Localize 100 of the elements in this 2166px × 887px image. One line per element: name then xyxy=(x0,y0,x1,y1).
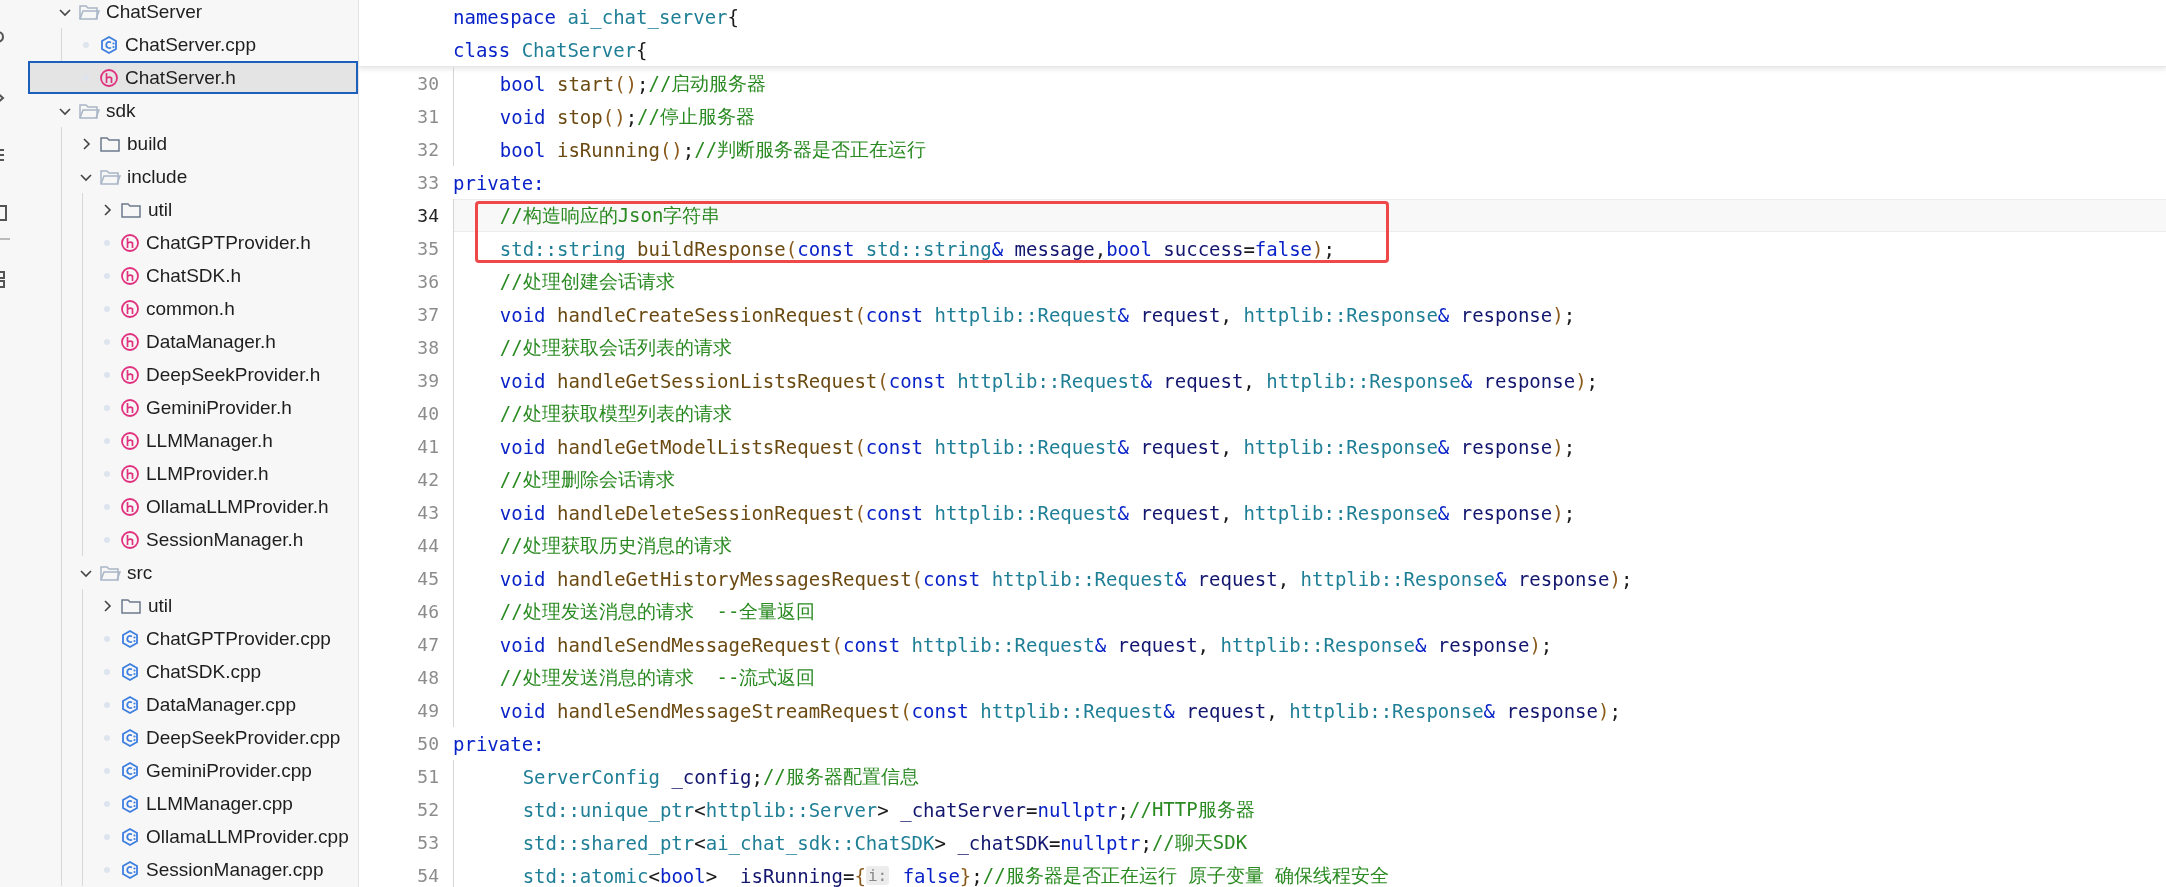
code-line: namespace ai_chat_server{ xyxy=(453,4,739,31)
tree-item[interactable]: util xyxy=(28,589,358,622)
line-number: 34 xyxy=(416,205,439,226)
cpp-file-icon xyxy=(120,661,140,682)
header-file-icon xyxy=(120,397,140,418)
tree-item[interactable]: ChatSDK.h xyxy=(28,259,358,292)
line-number: 44 xyxy=(416,535,439,556)
code-line: std::unique_ptr<httplib::Server> _chatServer=nullptr;//HTTP服务器 xyxy=(453,793,1255,826)
cpp-file-icon xyxy=(120,793,140,814)
code-line: std::atomic<bool> _isRunning={i: false};//服务器是否正在运行 原子变量 确保线程安全 xyxy=(453,859,1390,887)
tree-item[interactable]: ChatGPTProvider.cpp xyxy=(28,622,358,655)
line-number: 47 xyxy=(416,634,439,655)
code-line: bool isRunning();//判断服务器是否正在运行 xyxy=(453,133,927,166)
cpp-file-icon xyxy=(120,826,140,847)
code-line: bool start();//启动服务器 xyxy=(453,67,767,100)
cpp-file-icon xyxy=(120,694,140,715)
code-line: void handleDeleteSessionRequest(const httplib::Request& request, httplib::Response& response); xyxy=(453,496,1576,529)
line-number: 53 xyxy=(416,832,439,853)
tree-item[interactable]: SessionManager.h xyxy=(28,523,358,556)
header-file-icon xyxy=(120,496,140,517)
header-file-icon xyxy=(120,364,140,385)
tree-item[interactable]: DataManager.cpp xyxy=(28,688,358,721)
code-line: //处理发送消息的请求 --流式返回 xyxy=(453,661,816,694)
tree-item[interactable]: include xyxy=(28,160,358,193)
code-line: void handleSendMessageRequest(const httplib::Request& request, httplib::Response& response); xyxy=(453,628,1553,661)
tree-item[interactable]: SessionManager.cpp xyxy=(28,853,358,886)
line-number: 40 xyxy=(416,403,439,424)
window-icon[interactable] xyxy=(0,204,8,224)
line-number: 37 xyxy=(416,304,439,325)
tree-item[interactable]: util xyxy=(28,193,358,226)
code-line: //处理获取会话列表的请求 xyxy=(453,331,732,364)
tree-item[interactable]: DeepSeekProvider.h xyxy=(28,358,358,391)
line-number: 46 xyxy=(416,601,439,622)
cpp-file-icon xyxy=(120,628,140,649)
line-number: 54 xyxy=(416,865,439,886)
code-line: void stop();//停止服务器 xyxy=(453,100,755,133)
tree-item[interactable]: GeminiProvider.h xyxy=(28,391,358,424)
line-number: 38 xyxy=(416,337,439,358)
line-number: 39 xyxy=(416,370,439,391)
line-number: 36 xyxy=(416,271,439,292)
tree-item[interactable]: DeepSeekProvider.cpp xyxy=(28,721,358,754)
code-line: void handleCreateSessionRequest(const httplib::Request& request, httplib::Response& response); xyxy=(453,298,1576,331)
tree-item[interactable]: OllamaLLMProvider.cpp xyxy=(28,820,358,853)
header-file-icon xyxy=(99,67,119,88)
tree-item[interactable]: src xyxy=(28,556,358,589)
code-line: //处理获取历史消息的请求 xyxy=(453,529,732,562)
header-file-icon xyxy=(120,265,140,286)
line-number: 43 xyxy=(416,502,439,523)
line-number: 52 xyxy=(416,799,439,820)
tree-item[interactable]: LLMProvider.h xyxy=(28,457,358,490)
line-number: 49 xyxy=(416,700,439,721)
line-number: 42 xyxy=(416,469,439,490)
code-line: void handleGetModelListsRequest(const httplib::Request& request, httplib::Response& response); xyxy=(453,430,1576,463)
tree-item[interactable]: OllamaLLMProvider.h xyxy=(28,490,358,523)
header-file-icon xyxy=(120,529,140,550)
code-line: //处理获取模型列表的请求 xyxy=(453,397,732,430)
line-number: 41 xyxy=(416,436,439,457)
cpp-file-icon xyxy=(120,760,140,781)
grid-icon[interactable] xyxy=(0,270,8,290)
tree-item[interactable]: LLMManager.cpp xyxy=(28,787,358,820)
code-line: class ChatServer{ xyxy=(453,37,648,63)
code-line: void handleGetSessionListsRequest(const httplib::Request& request, httplib::Response& response); xyxy=(453,364,1599,397)
header-file-icon xyxy=(120,298,140,319)
cpp-file-icon xyxy=(120,859,140,880)
tree-item[interactable]: GeminiProvider.cpp xyxy=(28,754,358,787)
code-line: void handleGetHistoryMessagesRequest(const httplib::Request& request, httplib::Response& response); xyxy=(453,562,1633,595)
tree-item[interactable]: ChatGPTProvider.h xyxy=(28,226,358,259)
code-line: ServerConfig _config;//服务器配置信息 xyxy=(453,760,919,793)
line-number: 32 xyxy=(416,139,439,160)
tree-item[interactable]: DataManager.h xyxy=(28,325,358,358)
line-number: 50 xyxy=(416,733,439,754)
header-file-icon xyxy=(120,463,140,484)
tree-item[interactable]: common.h xyxy=(28,292,358,325)
code-line: std::string buildResponse(const std::string& message,bool success=false); xyxy=(453,232,1335,265)
code-line: //处理删除会话请求 xyxy=(453,463,675,496)
tree-item[interactable]: ChatSDK.cpp xyxy=(28,655,358,688)
line-number: 31 xyxy=(416,106,439,127)
header-file-icon xyxy=(120,331,140,352)
code-line: //处理发送消息的请求 --全量返回 xyxy=(453,595,816,628)
tree-item[interactable]: ChatServer.cpp xyxy=(28,28,358,61)
tree-item[interactable]: LLMManager.h xyxy=(28,424,358,457)
code-line: private: xyxy=(453,731,545,757)
tree-item[interactable]: ChatServer.h xyxy=(28,61,358,94)
tree-item[interactable]: build xyxy=(28,127,358,160)
line-number: 51 xyxy=(416,766,439,787)
header-file-icon xyxy=(120,232,140,253)
tree-item[interactable]: ChatServer xyxy=(28,0,358,28)
code-line: std::shared_ptr<ai_chat_sdk::ChatSDK> _chatSDK=nullptr;//聊天SDK xyxy=(453,826,1248,859)
line-number: 33 xyxy=(416,172,439,193)
line-number: 30 xyxy=(416,73,439,94)
code-line: //处理创建会话请求 xyxy=(453,265,675,298)
line-number: 48 xyxy=(416,667,439,688)
cpp-file-icon xyxy=(120,727,140,748)
line-number: 35 xyxy=(416,238,439,259)
code-line: private: xyxy=(453,170,545,196)
cpp-file-icon xyxy=(99,34,119,55)
tree-item[interactable]: sdk xyxy=(28,94,358,127)
code-line: void handleSendMessageStreamRequest(const httplib::Request& request, httplib::Response& response); xyxy=(453,694,1621,727)
header-file-icon xyxy=(120,430,140,451)
line-number: 45 xyxy=(416,568,439,589)
